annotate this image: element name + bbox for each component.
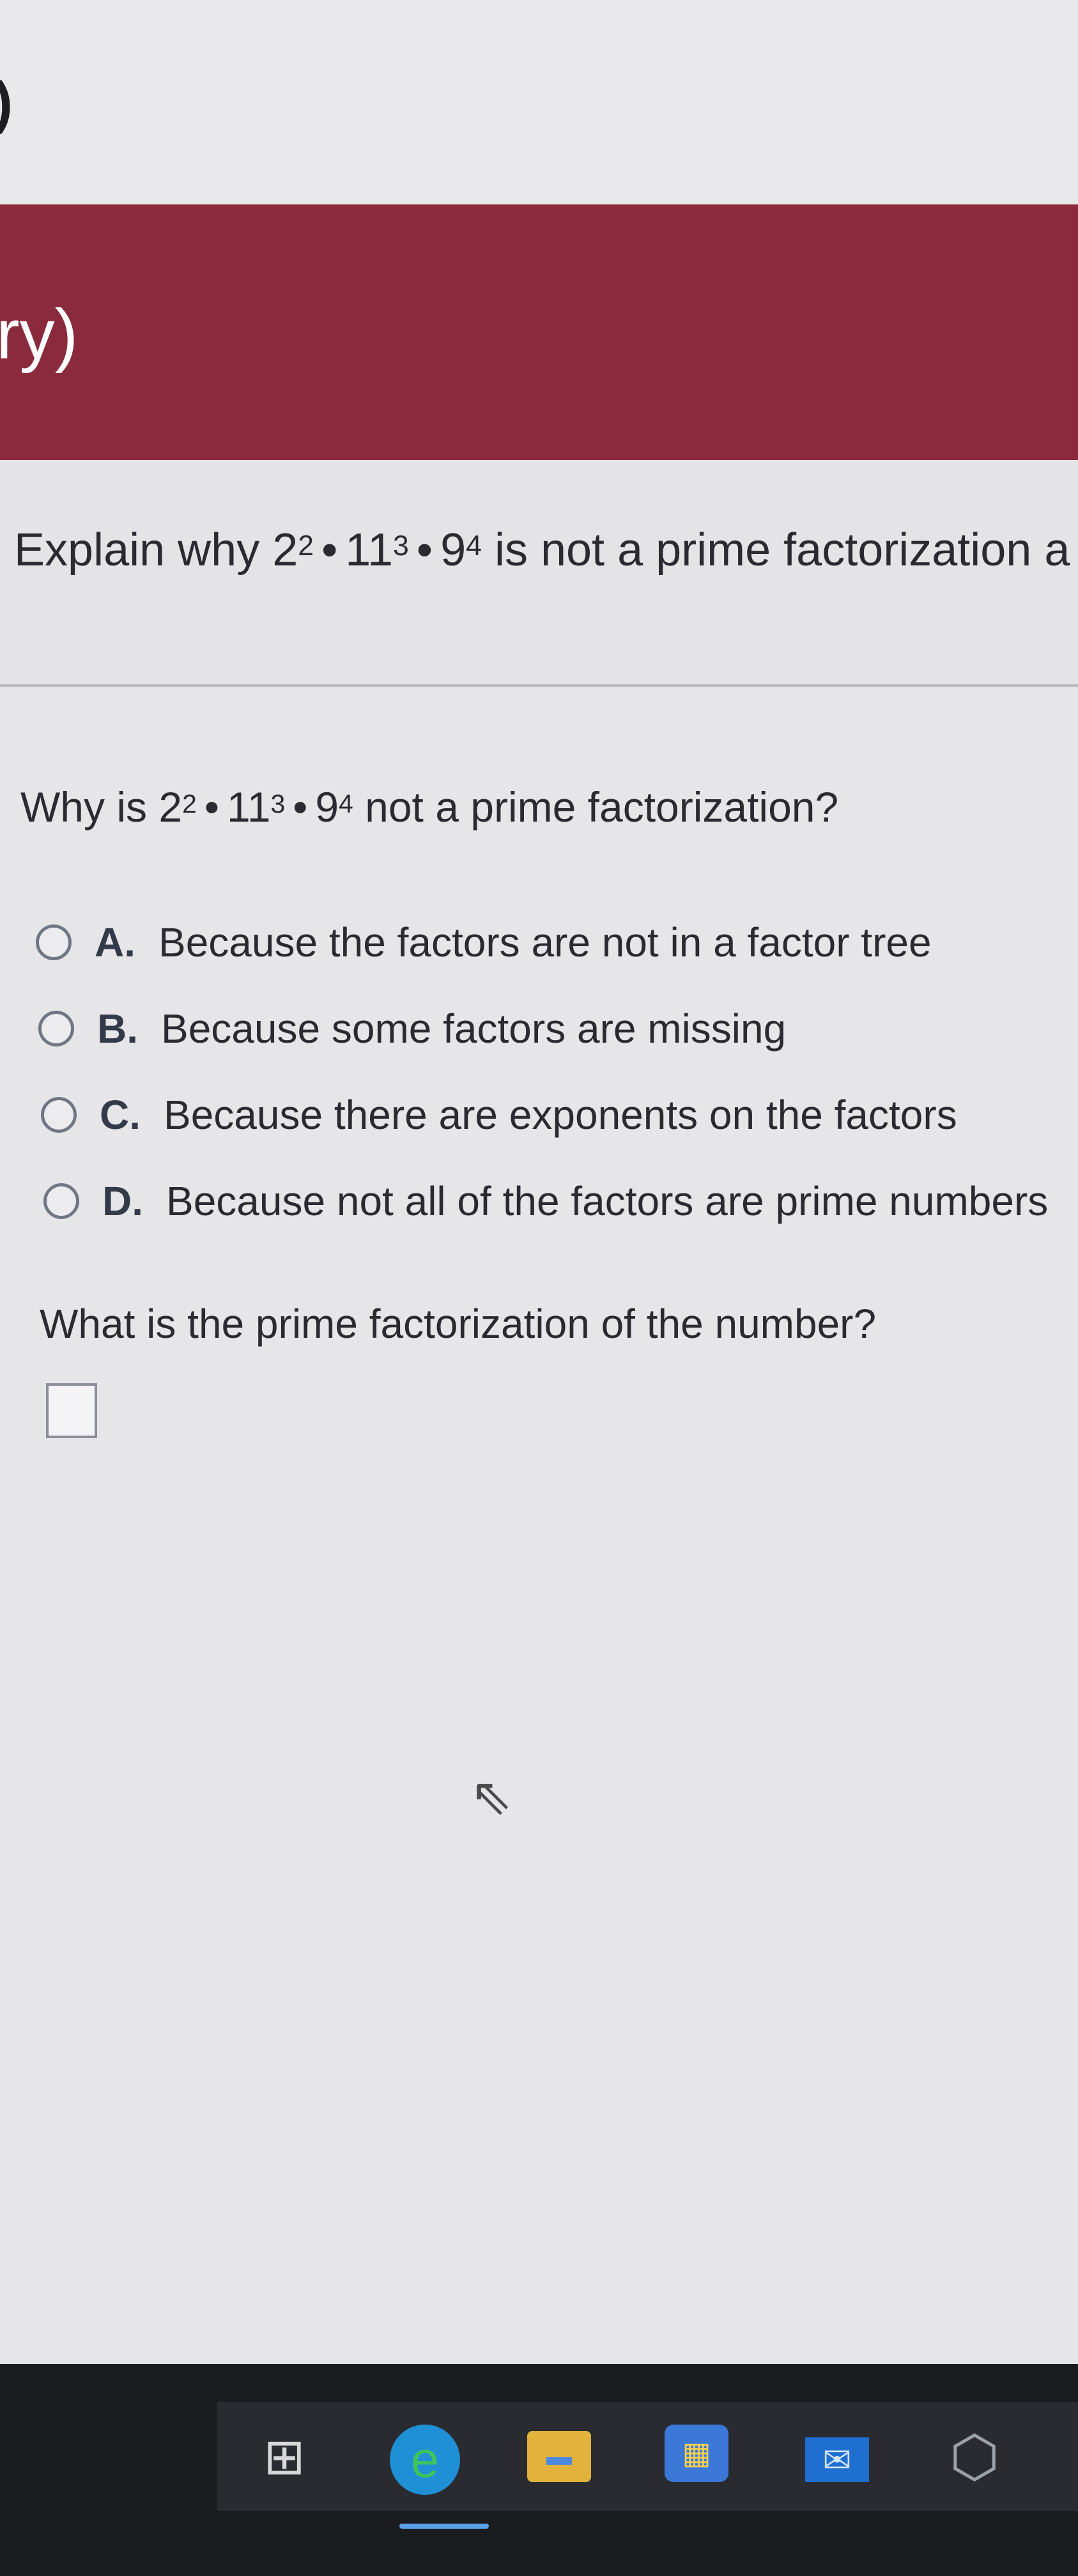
file-explorer-icon[interactable]: ▬	[527, 2431, 591, 2482]
truncated-glyph: )	[0, 70, 13, 136]
mouse-pointer-icon: ⇖	[470, 1768, 513, 1825]
radio-button-c[interactable]	[41, 1097, 77, 1133]
option-d[interactable]: D. Because not all of the factors are pr…	[43, 1169, 1048, 1233]
expr-exp-3: 4	[466, 530, 482, 562]
mail-icon[interactable]: ✉	[805, 2437, 869, 2482]
option-b[interactable]: B. Because some factors are missing	[38, 997, 786, 1061]
instruction-text: Explain why 22 • 113 • 94 is not a prime fac…	[14, 525, 1070, 576]
option-label[interactable]: Because the factors are not in a factor …	[158, 919, 932, 966]
expr-exp-1: 2	[298, 530, 314, 562]
assignment-title: ry)	[0, 295, 79, 374]
expr-base-3: 9	[440, 525, 466, 576]
windows-taskbar: ⊞ e ▬ ▦ ✉ ⬡	[0, 2364, 1078, 2576]
browser-top-area: )	[0, 0, 1078, 204]
radio-button-b[interactable]	[38, 1011, 74, 1046]
option-letter: C.	[100, 1092, 141, 1138]
option-a[interactable]: A. Because the factors are not in a fact…	[36, 910, 932, 974]
expr-base-2: 11	[226, 783, 271, 831]
option-letter: D.	[102, 1178, 143, 1224]
active-app-indicator	[399, 2524, 489, 2529]
expr-base-1: 2	[158, 783, 183, 831]
store-icon[interactable]: ▦	[665, 2425, 728, 2482]
question-text: Why is 22 • 113 • 94 not a prime factorizati…	[20, 783, 839, 831]
expr-dot: •	[204, 783, 219, 831]
expr-exp-1: 2	[182, 788, 197, 818]
expr-base-1: 2	[272, 525, 298, 576]
question-content: Why is 22 • 113 • 94 not a prime factorizati…	[0, 687, 1078, 2246]
expr-base-2: 11	[345, 525, 394, 576]
expr-exp-2: 3	[393, 530, 409, 562]
expr-dot: •	[293, 783, 308, 831]
option-label[interactable]: Because there are exponents on the facto…	[164, 1091, 957, 1138]
expr-dot: •	[416, 525, 433, 576]
option-letter: A.	[95, 919, 135, 965]
edge-browser-icon[interactable]: e	[390, 2425, 460, 2495]
expr-exp-3: 4	[339, 788, 353, 818]
option-label[interactable]: Because not all of the factors are prime…	[166, 1177, 1048, 1225]
answer-input-box[interactable]	[46, 1383, 97, 1438]
option-c[interactable]: C. Because there are exponents on the fa…	[41, 1083, 957, 1147]
prime-factorization-prompt: What is the prime factorization of the n…	[40, 1301, 877, 1347]
instruction-panel: Explain why 22 • 113 • 94 is not a prime fac…	[0, 460, 1078, 687]
radio-button-a[interactable]	[36, 924, 72, 960]
option-letter: B.	[97, 1006, 138, 1052]
assignment-header-band: ry)	[0, 204, 1078, 460]
expr-exp-2: 3	[270, 788, 286, 818]
expr-dot: •	[321, 525, 338, 576]
radio-button-d[interactable]	[43, 1183, 79, 1219]
expr-base-3: 9	[315, 783, 339, 831]
option-label[interactable]: Because some factors are missing	[161, 1005, 786, 1052]
task-view-icon[interactable]: ⊞	[252, 2425, 316, 2488]
3d-viewer-icon[interactable]: ⬡	[943, 2425, 1006, 2489]
